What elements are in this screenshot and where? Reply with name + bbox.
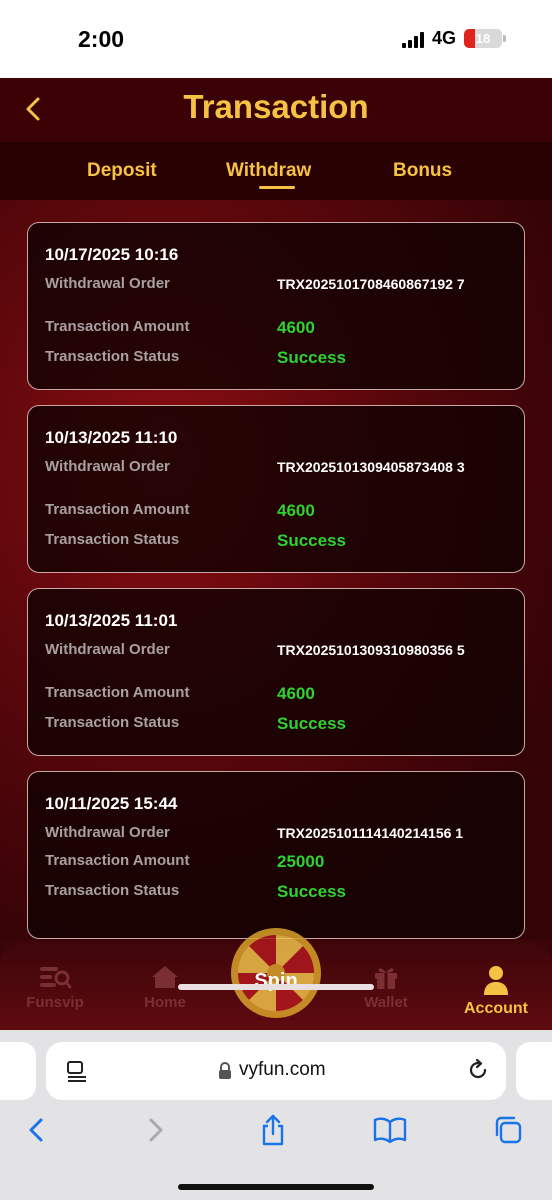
active-tab-indicator	[259, 186, 295, 189]
transaction-amount: 25000	[277, 852, 325, 871]
status-time: 2:00	[78, 26, 125, 52]
back-arrow-icon	[29, 1118, 43, 1142]
transaction-amount-label: Transaction Amount	[45, 852, 190, 869]
network-type: 4G	[431, 28, 456, 48]
transaction-status-label: Transaction Status	[45, 531, 180, 548]
transaction-amount-label: Transaction Amount	[45, 318, 190, 335]
transaction-card: 10/13/2025 11:01 Withdrawal Order TRX202…	[27, 588, 525, 756]
tabs-icon	[495, 1116, 522, 1144]
transaction-datetime: 10/17/2025 10:16	[45, 245, 179, 264]
nav-label: Funsvip	[26, 994, 84, 1011]
transaction-amount-label: Transaction Amount	[45, 501, 190, 518]
transaction-amount: 4600	[277, 684, 315, 703]
withdrawal-order-label: Withdrawal Order	[45, 641, 170, 658]
transaction-status: Success	[277, 531, 346, 550]
withdrawal-order-id: TRX2025101708460867192 7	[277, 276, 465, 292]
transaction-status: Success	[277, 348, 346, 367]
transaction-card: 10/17/2025 10:16 Withdrawal Order TRX202…	[27, 222, 525, 390]
transaction-datetime: 10/13/2025 11:10	[45, 428, 178, 447]
lock-icon	[219, 1062, 231, 1079]
browser-bar: vyfun.com	[0, 1030, 552, 1200]
reader-icon[interactable]	[66, 1060, 88, 1082]
gift-icon	[375, 968, 397, 989]
page-title: Transaction	[183, 88, 369, 125]
status-indicators: 4G 18	[401, 28, 506, 49]
transaction-amount-label: Transaction Amount	[45, 684, 190, 701]
withdrawal-order-id: TRX2025101114140214156 1	[277, 825, 464, 841]
bookmarks-icon	[373, 1117, 407, 1144]
nav-spin[interactable]: Spin	[228, 926, 324, 1025]
reload-icon[interactable]	[466, 1058, 490, 1082]
share-icon	[262, 1114, 284, 1146]
app-header: Transaction	[0, 78, 552, 142]
transaction-amount: 4600	[277, 501, 315, 520]
address-bar[interactable]: vyfun.com	[46, 1042, 506, 1100]
next-tab-preview[interactable]	[516, 1042, 552, 1100]
nav-funsvip[interactable]: Funsvip	[10, 964, 100, 1011]
nav-account[interactable]: Account	[451, 964, 541, 1018]
browser-back-button[interactable]	[16, 1112, 56, 1148]
battery-level: 18	[475, 31, 491, 46]
tab-deposit[interactable]: Deposit	[87, 160, 157, 182]
transaction-status-label: Transaction Status	[45, 882, 180, 899]
bottom-nav: Funsvip Home Spin Wallet Account	[0, 928, 552, 1030]
home-indicator	[178, 1184, 374, 1190]
status-bar: 2:00 4G 18	[0, 0, 552, 78]
share-button[interactable]	[253, 1112, 293, 1148]
bookmarks-button[interactable]	[370, 1112, 410, 1148]
url-text: vyfun.com	[239, 1059, 326, 1080]
transaction-amount: 4600	[277, 318, 315, 337]
person-icon	[484, 966, 508, 995]
transaction-datetime: 10/13/2025 11:01	[45, 611, 178, 630]
tab-withdraw[interactable]: Withdraw	[226, 160, 311, 182]
withdrawal-order-label: Withdrawal Order	[45, 458, 170, 475]
app-home-indicator	[178, 984, 374, 990]
transaction-card: 10/11/2025 15:44 Withdrawal Order TRX202…	[27, 771, 525, 939]
signal-icon	[401, 30, 424, 48]
transaction-status-label: Transaction Status	[45, 714, 180, 731]
previous-tab-preview[interactable]	[0, 1042, 36, 1100]
withdrawal-order-label: Withdrawal Order	[45, 275, 170, 292]
withdrawal-order-label: Withdrawal Order	[45, 824, 170, 841]
transaction-status-label: Transaction Status	[45, 348, 180, 365]
battery-icon: 18	[464, 29, 506, 48]
nav-label: Account	[464, 1000, 528, 1017]
tabs-button[interactable]	[488, 1112, 528, 1148]
withdrawal-order-id: TRX2025101309405873408 3	[277, 459, 465, 475]
transaction-card: 10/13/2025 11:10 Withdrawal Order TRX202…	[27, 405, 525, 573]
transaction-tabs: Deposit Withdraw Bonus	[0, 142, 552, 200]
funsvip-icon	[40, 967, 72, 989]
browser-forward-button[interactable]	[136, 1112, 176, 1148]
forward-arrow-icon	[149, 1118, 163, 1142]
nav-label: Home	[144, 994, 186, 1011]
transaction-status: Success	[277, 714, 346, 733]
nav-label: Wallet	[364, 994, 408, 1011]
transaction-datetime: 10/11/2025 15:44	[45, 794, 178, 813]
tab-bonus[interactable]: Bonus	[393, 160, 452, 182]
transaction-list[interactable]: 10/17/2025 10:16 Withdrawal Order TRX202…	[0, 200, 552, 940]
home-icon	[152, 966, 178, 988]
transaction-status: Success	[277, 882, 346, 901]
withdrawal-order-id: TRX2025101309310980356 5	[277, 642, 465, 658]
